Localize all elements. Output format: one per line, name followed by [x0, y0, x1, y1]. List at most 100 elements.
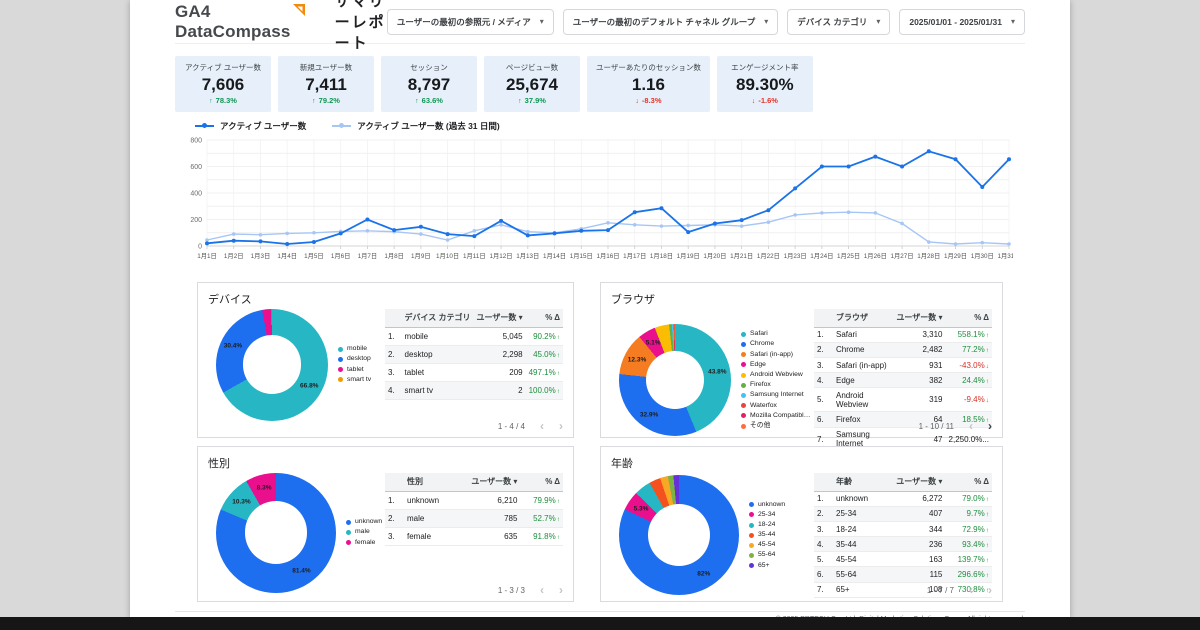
legend-item[interactable]: アクティブ ユーザー数: [195, 120, 306, 132]
table-row[interactable]: 5.Android Webview319-9.4%↓: [814, 388, 992, 412]
table-row[interactable]: 3.Safari (in-app)931-43.0%↓: [814, 357, 992, 372]
report-card: GA4 DataCompass サマリーレポート ユーザーの最初の参照元 / メ…: [130, 0, 1070, 618]
arrow-up-icon: ↑: [557, 352, 560, 359]
svg-text:1月17日: 1月17日: [623, 252, 646, 260]
chevron-left-icon[interactable]: ‹: [969, 422, 973, 430]
column-header-users[interactable]: ユーザー数 ▾: [893, 309, 945, 328]
legend-item[interactable]: Android Webview: [741, 370, 814, 380]
kpi-card: ユーザーあたりのセッション数1.16↓ -8.3%: [587, 56, 710, 112]
gender-donut-chart[interactable]: 81.4%10.3%8.3% unknownmalefemale: [208, 473, 385, 593]
legend-item[interactable]: smart tv: [338, 375, 371, 385]
device-donut[interactable]: 66.8%30.4%: [216, 309, 328, 421]
table-row[interactable]: 1.unknown6,21079.9%↑: [385, 491, 563, 509]
line-marker-icon: [332, 125, 351, 127]
legend-item[interactable]: Firefox: [741, 380, 814, 390]
legend-item[interactable]: female: [346, 538, 382, 548]
age-donut[interactable]: 82%5.3%: [619, 475, 739, 595]
legend-item[interactable]: 35-44: [749, 530, 785, 540]
column-header-dimension[interactable]: 性別: [404, 473, 453, 492]
column-header-delta[interactable]: % Δ: [526, 309, 563, 328]
table-row[interactable]: 1.unknown6,27279.0%↑: [814, 491, 992, 506]
table-row[interactable]: 3.tablet209497.1%↑: [385, 363, 563, 381]
browser-donut[interactable]: 43.8%32.9%12.3%5.1%: [619, 324, 731, 436]
table-row[interactable]: 2.25-344079.7%↑: [814, 506, 992, 521]
legend-item[interactable]: desktop: [338, 354, 371, 364]
svg-text:1月29日: 1月29日: [944, 252, 967, 260]
chevron-right-icon[interactable]: ›: [559, 422, 563, 430]
column-header-dimension[interactable]: デバイス カテゴリ: [402, 309, 474, 328]
table-row[interactable]: 3.female63591.8%↑: [385, 527, 563, 545]
filter-source-medium[interactable]: ユーザーの最初の参照元 / メディア ▾: [387, 9, 554, 35]
legend-item[interactable]: 55-64: [749, 550, 785, 560]
table-row[interactable]: 4.35-4423693.4%↑: [814, 537, 992, 552]
legend-dot-icon: [338, 357, 343, 362]
column-header-users[interactable]: ユーザー数 ▾: [474, 309, 526, 328]
legend-item[interactable]: 65+: [749, 561, 785, 571]
legend-item[interactable]: Samsung Internet: [741, 390, 814, 400]
legend-dot-icon: [741, 342, 746, 347]
legend-item[interactable]: tablet: [338, 365, 371, 375]
column-header-dimension[interactable]: ブラウザ: [833, 309, 893, 328]
legend-item[interactable]: unknown: [749, 500, 785, 510]
legend-item[interactable]: その他: [741, 421, 814, 431]
kpi-delta: ↑ 78.3%: [184, 96, 262, 105]
bottom-bar: [0, 617, 1200, 630]
arrow-up-icon: ↑: [986, 511, 989, 518]
legend-item[interactable]: Safari: [741, 329, 814, 339]
legend-item[interactable]: Waterfox: [741, 401, 814, 411]
age-donut-chart[interactable]: 82%5.3% unknown25-3418-2435-4445-5455-646…: [611, 473, 814, 598]
trend-chart[interactable]: 02004006008001月1日1月2日1月3日1月4日1月5日1月6日1月7…: [181, 134, 1025, 270]
chevron-left-icon[interactable]: ‹: [540, 586, 544, 594]
device-donut-chart[interactable]: 66.8%30.4% mobiledesktoptabletsmart tv: [208, 309, 385, 421]
legend-item[interactable]: unknown: [346, 517, 382, 527]
date-range-picker[interactable]: 2025/01/01 - 2025/01/31 ▾: [899, 9, 1025, 35]
table-row[interactable]: 2.male78552.7%↑: [385, 509, 563, 527]
legend-item[interactable]: Safari (in-app): [741, 350, 814, 360]
legend-dot-icon: [346, 520, 351, 525]
column-header-delta[interactable]: % Δ: [945, 473, 992, 492]
column-header-delta[interactable]: % Δ: [946, 309, 992, 328]
svg-text:1月26日: 1月26日: [864, 252, 887, 260]
chevron-right-icon[interactable]: ›: [988, 586, 992, 594]
browser-donut-chart[interactable]: 43.8%32.9%12.3%5.1% SafariChromeSafari (i…: [611, 309, 814, 452]
table-row[interactable]: 4.Edge38224.4%↑: [814, 373, 992, 388]
table-row[interactable]: 1.Safari3,310558.1%↑: [814, 327, 992, 342]
legend-item[interactable]: Edge: [741, 360, 814, 370]
donut-hole: [243, 335, 301, 393]
trend-section: アクティブ ユーザー数 アクティブ ユーザー数 (過去 31 日間) 020040…: [181, 120, 1025, 270]
legend-label: Samsung Internet: [750, 390, 804, 400]
legend-item[interactable]: male: [346, 527, 382, 537]
filter-device-category[interactable]: デバイス カテゴリ ▾: [787, 9, 890, 35]
legend-item[interactable]: Mozilla Compatible Agent: [741, 411, 814, 421]
gender-donut[interactable]: 81.4%10.3%8.3%: [216, 473, 336, 593]
legend-item[interactable]: Chrome: [741, 339, 814, 349]
legend-item[interactable]: 18-24: [749, 520, 785, 530]
table-row[interactable]: 2.Chrome2,48277.2%↑: [814, 342, 992, 357]
column-header-delta[interactable]: % Δ: [520, 473, 563, 492]
legend-item[interactable]: 25-34: [749, 510, 785, 520]
chevron-right-icon[interactable]: ›: [988, 422, 992, 430]
legend-item[interactable]: mobile: [338, 344, 371, 354]
legend-item[interactable]: 45-54: [749, 540, 785, 550]
page-title: サマリーレポート: [335, 0, 387, 53]
chevron-left-icon[interactable]: ‹: [969, 586, 973, 594]
column-header-users[interactable]: ユーザー数 ▾: [453, 473, 520, 492]
table-row[interactable]: 1.mobile5,04590.2%↑: [385, 327, 563, 345]
table-row[interactable]: 6.55-64115296.6%↑: [814, 567, 992, 582]
chevron-right-icon[interactable]: ›: [559, 586, 563, 594]
table-row[interactable]: 2.desktop2,29845.0%↑: [385, 345, 563, 363]
legend-item[interactable]: アクティブ ユーザー数 (過去 31 日間): [332, 120, 499, 132]
column-header-rank: [814, 473, 833, 492]
arrow-down-icon: ↓: [986, 397, 989, 404]
column-header-dimension[interactable]: 年齢: [833, 473, 880, 492]
chevron-left-icon[interactable]: ‹: [540, 422, 544, 430]
chevron-down-icon: ▾: [1011, 17, 1015, 26]
row-delta: 139.7%↑: [945, 552, 992, 567]
table-row[interactable]: 4.smart tv2100.0%↑: [385, 381, 563, 399]
table-row[interactable]: 5.45-54163139.7%↑: [814, 552, 992, 567]
column-header-rank: [385, 473, 404, 492]
column-header-users[interactable]: ユーザー数 ▾: [880, 473, 945, 492]
filter-default-channel-group[interactable]: ユーザーの最初のデフォルト チャネル グループ ▾: [563, 9, 778, 35]
table-row[interactable]: 3.18-2434472.9%↑: [814, 521, 992, 536]
legend-dot-icon: [749, 512, 754, 517]
